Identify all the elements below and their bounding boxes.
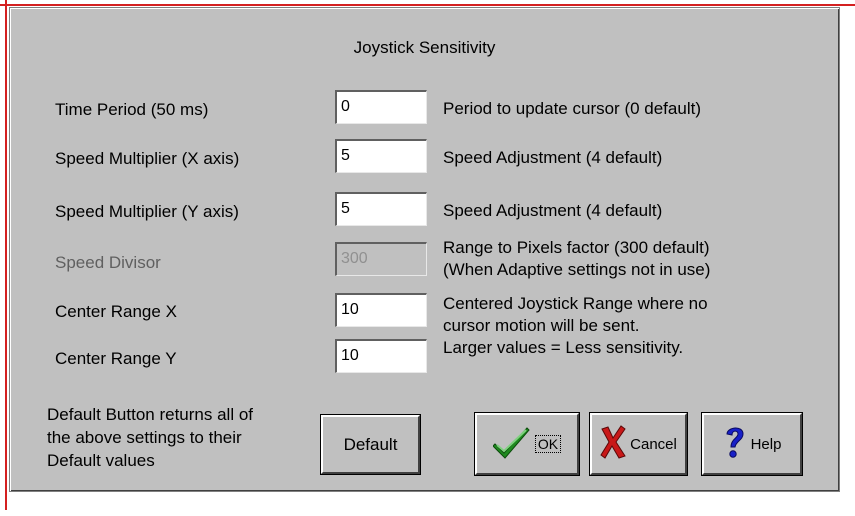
speed-divisor-description: Range to Pixels factor (300 default) (Wh…: [443, 237, 710, 281]
center-range-y-label: Center Range Y: [55, 349, 177, 368]
time-period-description: Period to update cursor (0 default): [443, 99, 701, 118]
center-range-x-input[interactable]: 10: [335, 293, 427, 327]
red-x-icon: [600, 424, 626, 464]
help-button[interactable]: Help: [701, 412, 803, 476]
default-note-line2: the above settings to their: [47, 428, 242, 447]
center-range-x-label: Center Range X: [55, 302, 177, 321]
speed-divisor-input: 300: [335, 242, 427, 276]
speed-multiplier-x-input[interactable]: 5: [335, 139, 427, 173]
speed-multiplier-y-description: Speed Adjustment (4 default): [443, 201, 663, 220]
ok-label: OK: [534, 435, 562, 453]
speed-multiplier-x-description: Speed Adjustment (4 default): [443, 148, 663, 167]
help-label: Help: [750, 435, 782, 453]
speed-divisor-label: Speed Divisor: [55, 253, 161, 272]
window-edge-left: [5, 0, 7, 510]
center-range-description-line1: Centered Joystick Range where no: [443, 294, 708, 313]
default-button[interactable]: Default: [320, 414, 421, 475]
center-range-description-line2: cursor motion will be sent.: [443, 316, 640, 335]
center-range-y-input[interactable]: 10: [335, 339, 427, 373]
center-range-description-line3: Larger values = Less sensitivity.: [443, 338, 684, 357]
speed-multiplier-y-input[interactable]: 5: [335, 192, 427, 226]
question-mark-icon: [723, 424, 747, 465]
speed-divisor-description-line1: Range to Pixels factor (300 default): [443, 238, 710, 257]
default-note-line1: Default Button returns all of: [47, 405, 254, 424]
checkmark-icon: [492, 424, 531, 465]
ok-button[interactable]: OK: [474, 412, 580, 476]
speed-multiplier-x-label: Speed Multiplier (X axis): [55, 149, 240, 168]
window-edge-top: [0, 4, 855, 6]
default-note-line3: Default values: [47, 451, 155, 470]
cancel-label: Cancel: [630, 435, 677, 453]
time-period-input[interactable]: 0: [335, 90, 427, 124]
speed-divisor-description-line2: (When Adaptive settings not in use): [443, 260, 711, 279]
dialog-title: Joystick Sensitivity: [353, 38, 496, 57]
center-range-description: Centered Joystick Range where no cursor …: [443, 293, 708, 359]
time-period-label: Time Period (50 ms): [55, 100, 209, 119]
default-note: Default Button returns all of the above …: [47, 403, 253, 472]
joystick-sensitivity-dialog: Joystick Sensitivity Time Period (50 ms)…: [9, 7, 840, 492]
cancel-button[interactable]: Cancel: [589, 412, 688, 476]
speed-multiplier-y-label: Speed Multiplier (Y axis): [55, 202, 239, 221]
